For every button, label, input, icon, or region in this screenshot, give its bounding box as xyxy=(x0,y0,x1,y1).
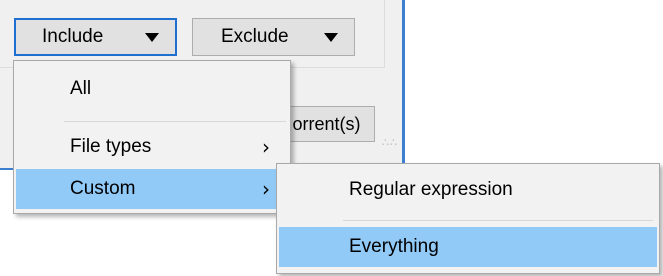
exclude-combo-label: Exclude xyxy=(221,26,289,47)
groupbox-border xyxy=(384,0,385,68)
submenu-item-label: Regular expression xyxy=(349,179,513,200)
menu-separator xyxy=(64,121,286,122)
dialog-right-edge xyxy=(402,0,405,172)
menu-item-custom[interactable]: Custom › xyxy=(16,169,288,209)
submenu-item-label: Everything xyxy=(349,236,439,257)
menu-item-file-types[interactable]: File types › xyxy=(16,127,288,167)
dropdown-arrow-icon xyxy=(145,32,159,42)
menu-item-label: File types xyxy=(70,136,152,157)
chevron-right-icon: › xyxy=(262,135,270,159)
resize-grip-icon[interactable]: ∴∴ xyxy=(376,138,398,160)
include-context-menu: All File types › Custom › xyxy=(13,60,291,214)
menu-item-all[interactable]: All xyxy=(16,69,288,109)
dropdown-arrow-icon xyxy=(324,32,338,42)
menu-separator xyxy=(343,220,653,221)
custom-submenu: Regular expression Everything xyxy=(276,163,660,274)
submenu-item-regular-expression[interactable]: Regular expression xyxy=(279,170,657,210)
submenu-item-everything[interactable]: Everything xyxy=(279,227,657,267)
include-combo[interactable]: Include xyxy=(14,18,177,56)
menu-item-label: Custom xyxy=(70,178,136,199)
exclude-combo[interactable]: Exclude xyxy=(192,18,355,56)
menu-item-label: All xyxy=(70,78,92,99)
include-combo-label: Include xyxy=(42,26,104,47)
torrent-button-label: orrent(s) xyxy=(292,113,361,134)
chevron-right-icon: › xyxy=(262,177,270,201)
